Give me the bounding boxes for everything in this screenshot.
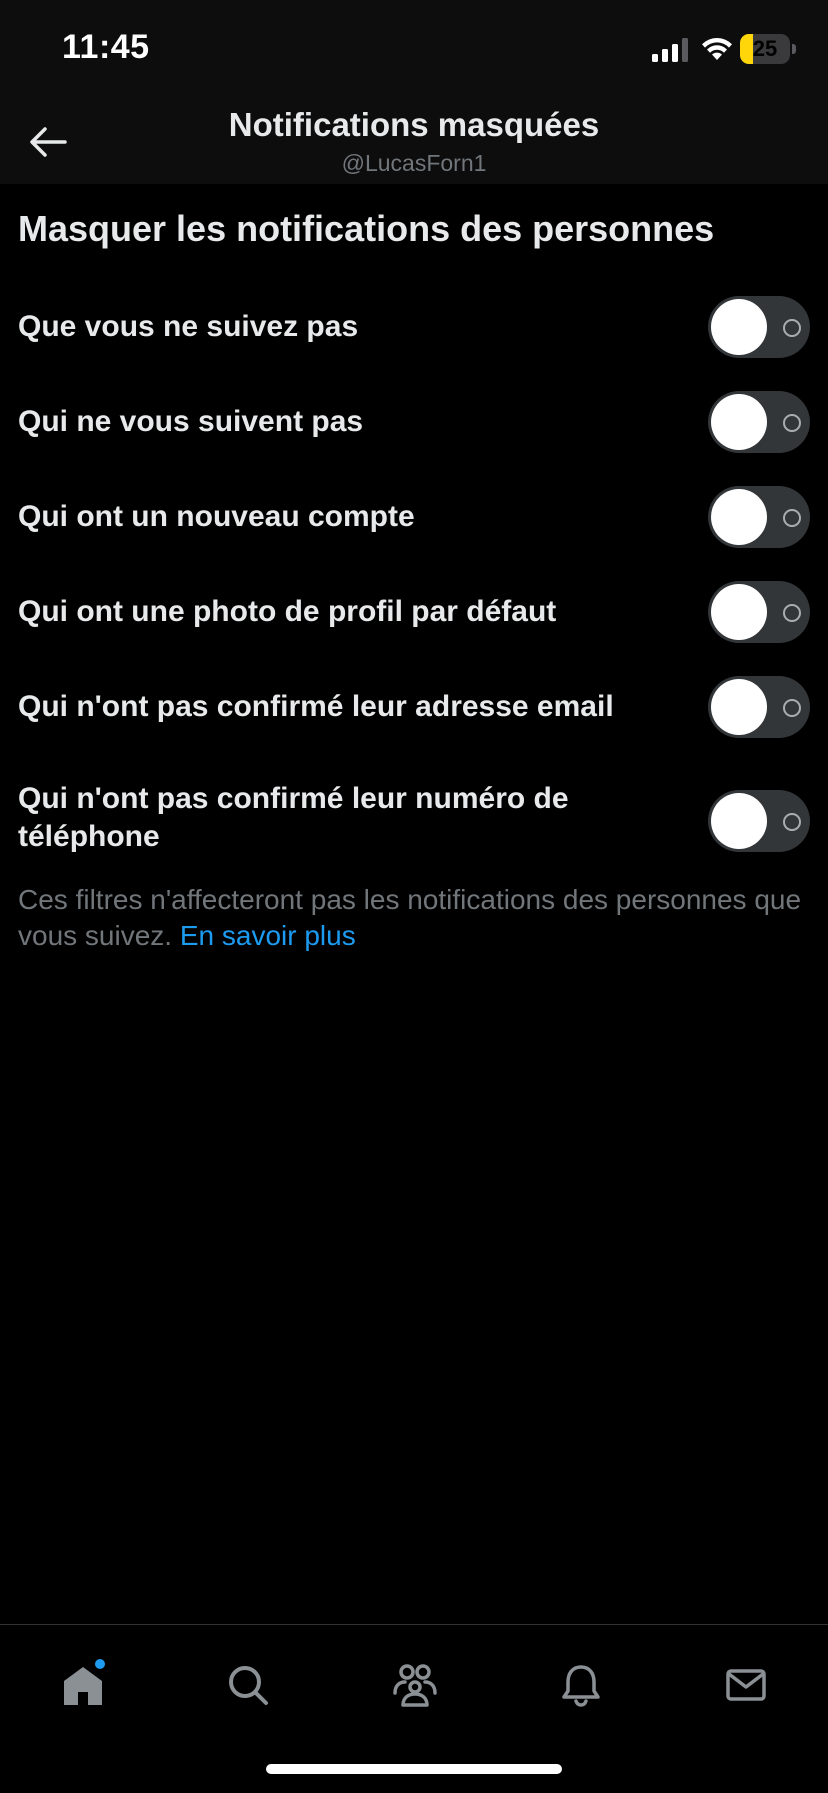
- notification-dot: [95, 1659, 105, 1669]
- toggle-switch[interactable]: [708, 296, 810, 358]
- mail-icon: [726, 1669, 766, 1701]
- battery-cap: [792, 44, 796, 54]
- toggle-off-icon: [783, 604, 801, 622]
- toggle-off-icon: [783, 509, 801, 527]
- nav-communities[interactable]: [385, 1655, 445, 1715]
- setting-label: Qui n'ont pas confirmé leur adresse emai…: [18, 690, 614, 723]
- status-bar: 11:45 25: [0, 0, 828, 100]
- battery-indicator: 25: [740, 34, 796, 64]
- wifi-icon: [702, 37, 732, 60]
- header: Notifications masquées @LucasForn1: [0, 100, 828, 184]
- toggle-knob: [711, 793, 767, 849]
- footnote-text: Ces filtres n'affecteront pas les notifi…: [18, 884, 802, 951]
- setting-label: Qui ont une photo de profil par défaut: [18, 595, 557, 628]
- toggle-switch[interactable]: [708, 486, 810, 548]
- toggle-switch[interactable]: [708, 391, 810, 453]
- home-indicator: [266, 1764, 562, 1774]
- toggle-switch[interactable]: [708, 676, 810, 738]
- back-button[interactable]: [22, 116, 74, 168]
- toggle-knob: [711, 299, 767, 355]
- nav-search[interactable]: [218, 1655, 278, 1715]
- setting-label: Qui ne vous suivent pas: [18, 405, 364, 438]
- toggle-off-icon: [783, 414, 801, 432]
- page-title: Notifications masquées: [228, 106, 600, 143]
- home-icon: [64, 1667, 102, 1705]
- nav-home[interactable]: [53, 1655, 113, 1715]
- nav-messages[interactable]: [716, 1655, 776, 1715]
- toggle-knob: [711, 679, 767, 735]
- account-handle: @LucasForn1: [341, 150, 487, 176]
- nav-notifications[interactable]: [551, 1655, 611, 1715]
- search-icon: [229, 1666, 268, 1705]
- arrow-left-icon: [30, 127, 67, 157]
- status-time: 11:45: [62, 28, 150, 66]
- setting-label: Que vous ne suivez pas: [18, 310, 359, 343]
- people-icon: [393, 1664, 437, 1707]
- toggle-knob: [711, 489, 767, 545]
- toggle-off-icon: [783, 699, 801, 717]
- toggle-knob: [711, 394, 767, 450]
- setting-label: Qui n'ont pas confirmé leur numéro de té…: [18, 782, 569, 853]
- toggle-switch[interactable]: [708, 581, 810, 643]
- setting-label: Qui ont un nouveau compte: [18, 500, 415, 533]
- toggle-knob: [711, 584, 767, 640]
- toggle-off-icon: [783, 319, 801, 337]
- toggle-switch[interactable]: [708, 790, 810, 852]
- battery-body: 25: [740, 34, 790, 64]
- learn-more-link[interactable]: En savoir plus: [180, 920, 356, 951]
- cellular-signal-icon: [652, 38, 688, 62]
- footnote: Ces filtres n'affecteront pas les notifi…: [18, 882, 808, 954]
- toggle-off-icon: [783, 813, 801, 831]
- battery-level: 25: [752, 36, 778, 61]
- section-title: Masquer les notifications des personnes: [18, 208, 715, 249]
- bell-icon: [562, 1665, 600, 1707]
